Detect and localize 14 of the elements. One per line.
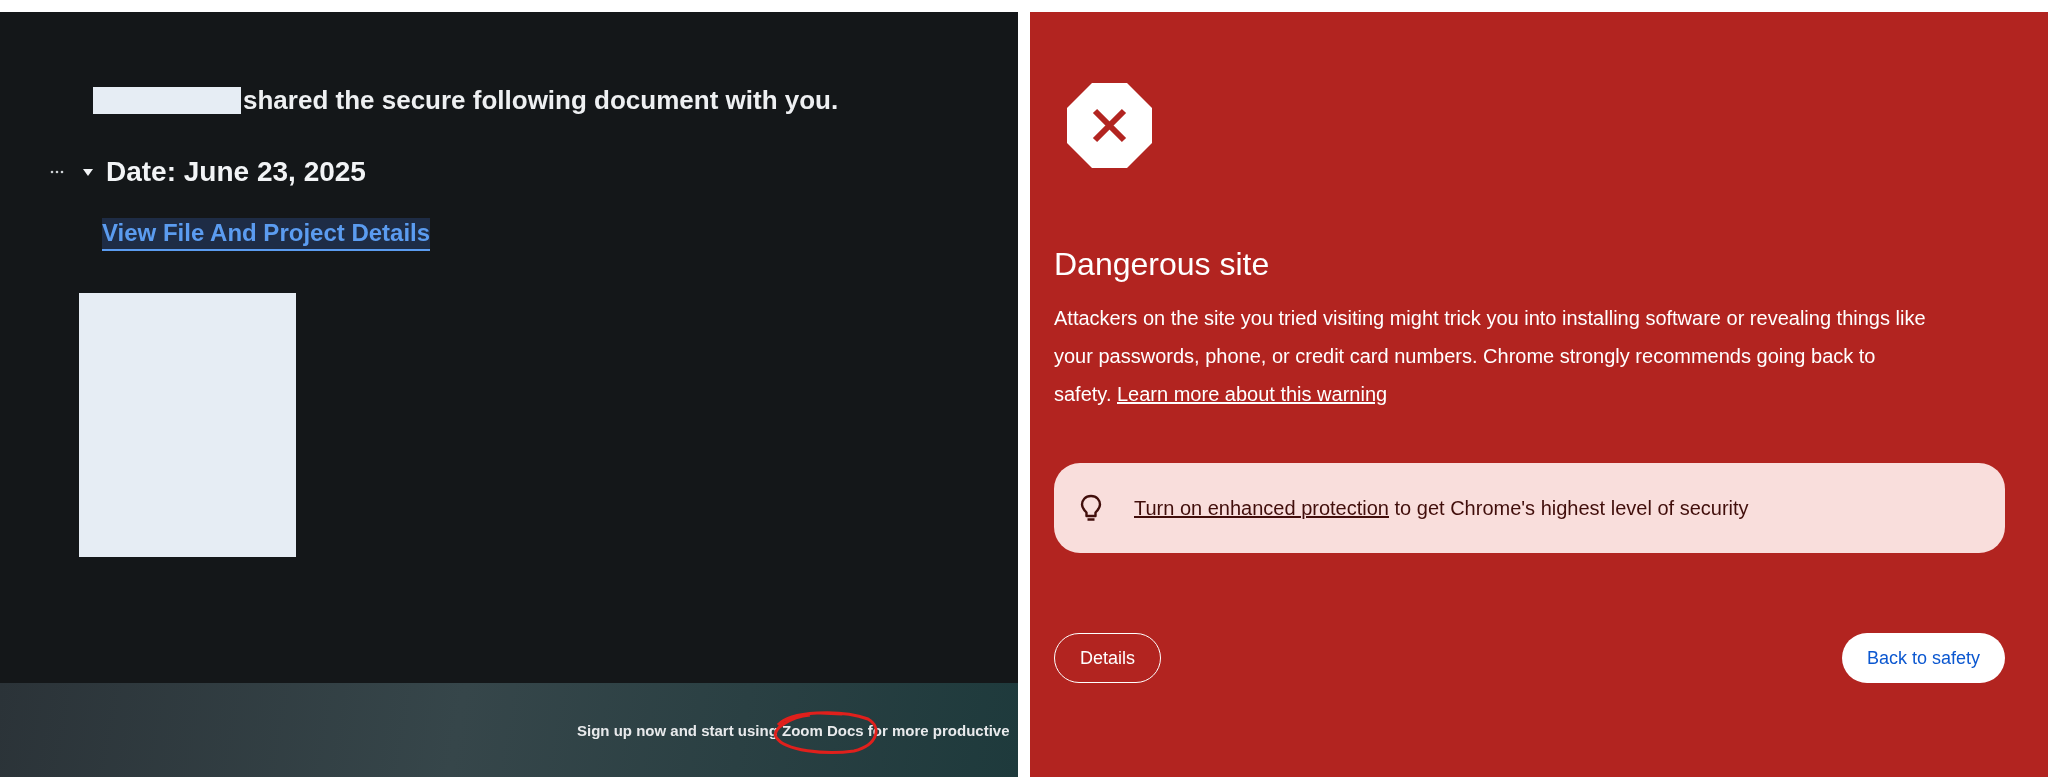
enhanced-protection-link[interactable]: Turn on enhanced protection (1134, 496, 1389, 519)
tip-text: Turn on enhanced protection to get Chrome's highest level of security (1134, 496, 1749, 520)
learn-more-link[interactable]: Learn more about this warning (1117, 383, 1388, 405)
warning-title: Dangerous site (1054, 246, 1271, 283)
back-to-safety-button[interactable]: Back to safety (1841, 633, 2005, 683)
section-heading: Date: June 23, 2025 (106, 156, 366, 188)
details-link[interactable]: View File And Project Details (102, 218, 431, 251)
share-message: shared the secure following document with you. (243, 85, 839, 116)
danger-icon (1067, 83, 1152, 168)
lightbulb-icon (1080, 494, 1102, 522)
details-button[interactable]: Details (1054, 633, 1162, 683)
drag-handle-icon[interactable] (50, 170, 64, 174)
caret-icon[interactable] (82, 166, 94, 178)
warning-text: Attackers on the site you tried visiting might trick you into installing software or revealing things like your passwords, phone, or credit card numbers. Chrome strongly recommends going back to safety. Learn more about this warning (1054, 306, 1927, 407)
